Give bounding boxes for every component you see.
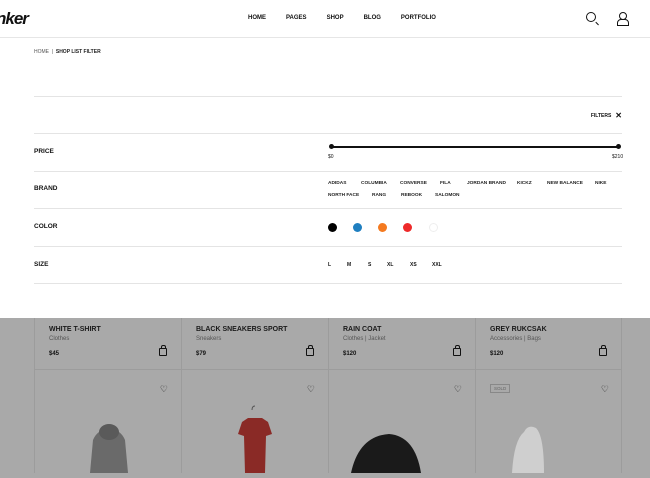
product-category: Clothes <box>49 336 70 342</box>
color-swatch-red[interactable] <box>403 223 412 232</box>
brand-option[interactable]: REBOOK <box>401 193 422 198</box>
price-max-value: $210 <box>612 154 624 160</box>
logo[interactable]: nker <box>0 9 29 29</box>
divider <box>34 283 622 284</box>
brand-option[interactable]: RANG <box>372 193 386 198</box>
size-option[interactable]: XS <box>410 262 417 268</box>
size-option[interactable]: XXL <box>432 262 442 268</box>
divider <box>34 96 622 97</box>
wishlist-heart-icon[interactable]: ♡ <box>307 384 315 395</box>
product-card[interactable]: GREY RUKCSAK Accessories | Bags $120 SOLD ♡ <box>475 318 622 473</box>
size-option[interactable]: XL <box>387 262 393 268</box>
brand-option[interactable]: NIKE <box>595 181 606 186</box>
price-min-handle[interactable] <box>329 144 334 149</box>
site-header: nker HOME PAGES SHOP BLOG PORTFOLIO <box>0 0 650 38</box>
price-max-handle[interactable] <box>616 144 621 149</box>
size-option[interactable]: L <box>328 262 331 268</box>
product-image-tshirt[interactable]: ♡ <box>182 370 329 473</box>
size-option[interactable]: M <box>347 262 351 268</box>
nav-shop[interactable]: SHOP <box>327 15 344 21</box>
brand-option[interactable]: JORDAN BRAND <box>467 181 506 186</box>
user-icon[interactable] <box>617 12 629 26</box>
brand-option[interactable]: SALOMON <box>435 193 460 198</box>
brand-option[interactable]: COLUMBIA <box>361 181 387 186</box>
product-price: $120 <box>343 351 357 357</box>
add-to-cart-icon[interactable] <box>599 345 607 356</box>
add-to-cart-icon[interactable] <box>453 345 461 356</box>
nav-home[interactable]: HOME <box>248 15 266 21</box>
product-card[interactable]: WHITE T-SHIRT Clothes $45 ♡ <box>34 318 181 473</box>
product-name[interactable]: RAIN COAT <box>343 326 461 333</box>
sold-badge: SOLD <box>490 384 511 393</box>
divider <box>34 208 622 209</box>
wishlist-heart-icon[interactable]: ♡ <box>454 384 462 395</box>
filters-close-button[interactable]: FILTERS ✕ <box>591 111 622 120</box>
product-image-cap[interactable]: ♡ <box>329 370 476 473</box>
product-card[interactable]: RAIN COAT Clothes | Jacket $120 ♡ <box>328 318 475 473</box>
product-image-backpack[interactable]: SOLD ♡ <box>476 370 623 473</box>
product-name[interactable]: WHITE T-SHIRT <box>49 326 167 333</box>
color-swatch-orange[interactable] <box>378 223 387 232</box>
product-price: $79 <box>196 351 207 357</box>
add-to-cart-icon[interactable] <box>306 345 314 356</box>
divider <box>34 246 622 247</box>
size-label: SIZE <box>34 261 49 268</box>
nav-blog[interactable]: BLOG <box>364 15 381 21</box>
brand-option[interactable]: ADIDAS <box>328 181 346 186</box>
color-swatch-blue[interactable] <box>353 223 362 232</box>
product-grid: WHITE T-SHIRT Clothes $45 ♡ BLACK SNEAKERS… <box>0 318 650 473</box>
breadcrumb-home[interactable]: HOME <box>34 49 49 55</box>
search-icon[interactable] <box>586 12 596 22</box>
filter-panel: nker HOME PAGES SHOP BLOG PORTFOLIO HOME… <box>0 0 650 318</box>
add-to-cart-icon[interactable] <box>159 345 167 356</box>
product-name[interactable]: GREY RUKCSAK <box>490 326 607 333</box>
breadcrumb: HOME | SHOP LIST FILTER <box>34 49 101 55</box>
divider <box>34 171 622 172</box>
wishlist-heart-icon[interactable]: ♡ <box>160 384 168 395</box>
price-min-value: $0 <box>328 154 334 160</box>
wishlist-heart-icon[interactable]: ♡ <box>601 384 609 395</box>
filters-label: FILTERS <box>590 113 612 119</box>
main-nav: HOME PAGES SHOP BLOG PORTFOLIO <box>248 15 456 21</box>
price-range-slider[interactable] <box>329 144 621 149</box>
breadcrumb-current: SHOP LIST FILTER <box>55 49 101 55</box>
brand-option[interactable]: NEW BALANCE <box>547 181 583 186</box>
brand-option[interactable]: KICKZ <box>517 181 532 186</box>
product-name[interactable]: BLACK SNEAKERS SPORT <box>196 326 314 333</box>
color-swatch-white[interactable] <box>429 223 438 232</box>
size-option[interactable]: S <box>368 262 371 268</box>
product-price: $120 <box>490 351 504 357</box>
product-image-hoodie[interactable]: ♡ <box>35 370 182 473</box>
product-price: $45 <box>49 351 60 357</box>
brand-option[interactable]: CONVERSE <box>400 181 427 186</box>
color-label: COLOR <box>34 223 58 230</box>
product-card[interactable]: BLACK SNEAKERS SPORT Sneakers $79 ♡ <box>181 318 328 473</box>
close-icon[interactable]: ✕ <box>615 111 622 120</box>
product-category: Clothes | Jacket <box>343 336 386 342</box>
color-swatch-black[interactable] <box>328 223 337 232</box>
brand-label: BRAND <box>34 185 58 192</box>
nav-portfolio[interactable]: PORTFOLIO <box>401 15 436 21</box>
product-category: Accessories | Bags <box>490 336 541 342</box>
price-label: PRICE <box>34 148 54 155</box>
brand-option[interactable]: NORTH FACE <box>328 193 359 198</box>
product-category: Sneakers <box>196 336 222 342</box>
divider <box>34 133 622 134</box>
brand-option[interactable]: FILA <box>440 181 451 186</box>
nav-pages[interactable]: PAGES <box>286 15 307 21</box>
